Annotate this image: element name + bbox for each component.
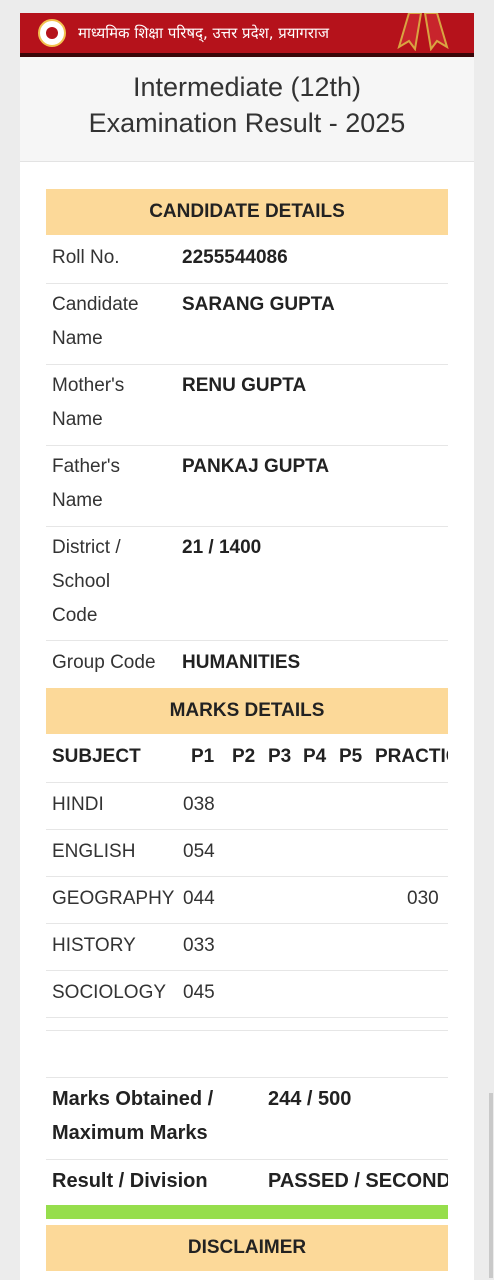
mother-name-value: RENU GUPTA [182,375,307,396]
col-p3: P3 [268,746,292,767]
candidate-name-label: Candidate Name [52,288,172,356]
col-p4: P4 [303,746,327,767]
candidate-details-heading: CANDIDATE DETAILS [46,189,448,235]
marks-header-row: SUBJECT P1 P2 P3 P4 P5 PRACTIC [46,736,448,783]
district-school-row: District / School Code 21 / 1400 [46,527,448,641]
district-label-3: Code [52,605,98,626]
father-name-row: Father's Name PANKAJ GUPTA [46,446,448,527]
candidate-name-row: Candidate Name SARANG GUPTA [46,284,448,365]
group-code-value: HUMANITIES [182,652,301,673]
scrollbar[interactable] [489,1093,493,1278]
p1-cell: 054 [183,841,215,862]
table-row: GEOGRAPHY 044 030 [46,877,448,924]
group-code-label: Group Code [52,652,156,673]
marks-total-row: Marks Obtained / Maximum Marks 244 / 500 [46,1077,448,1160]
father-name-label: Father's Name [52,450,172,518]
table-row: ENGLISH 054 [46,830,448,877]
result-label: Result / Division [52,1170,208,1192]
table-row: SOCIOLOGY 045 [46,971,448,1018]
result-row: Result / Division PASSED / SECOND I [46,1159,448,1203]
district-label-2: School [52,571,111,592]
roll-value: 2255544086 [182,247,288,268]
marks-total-label: Marks Obtained / Maximum Marks [52,1082,213,1150]
subject-cell: GEOGRAPHY [52,888,175,909]
ribbon-icon [397,13,449,51]
table-spacer-row [46,1018,448,1031]
col-p1: P1 [191,746,215,767]
district-school-value: 21 / 1400 [182,537,262,558]
pass-status-bar [46,1205,448,1219]
col-practical: PRACTIC [375,746,448,767]
candidate-name-label-2: Name [52,328,103,349]
col-p5: P5 [339,746,363,767]
marks-total-label-1: Marks Obtained / [52,1088,214,1110]
father-name-label-2: Name [52,490,103,511]
mother-name-label: Mother's Name [52,369,172,437]
p1-cell: 044 [183,888,215,909]
subject-cell: HISTORY [52,935,136,956]
disclaimer-heading: DISCLAIMER [46,1225,448,1271]
col-p2: P2 [232,746,256,767]
marks-details-heading: MARKS DETAILS [46,688,448,734]
p1-cell: 038 [183,794,215,815]
subject-cell: HINDI [52,794,104,815]
board-header: माध्यमिक शिक्षा परिषद्, उत्तर प्रदेश, प्… [20,13,474,57]
district-label-1: District / [52,537,121,558]
subject-cell: ENGLISH [52,841,136,862]
p1-cell: 033 [183,935,215,956]
roll-row: Roll No. 2255544086 [46,237,448,284]
title-line-2: Examination Result - 2025 [88,108,406,138]
table-row: HISTORY 033 [46,924,448,971]
table-row: HINDI 038 [46,783,448,830]
marks-total-value: 244 / 500 [268,1088,352,1110]
p1-cell: 045 [183,982,215,1003]
subject-cell: SOCIOLOGY [52,982,167,1003]
marks-total-label-2: Maximum Marks [52,1122,208,1144]
board-logo-icon [38,19,66,47]
district-school-label: District / School Code [52,531,172,633]
father-name-label-1: Father's [52,456,121,477]
col-subject: SUBJECT [52,746,141,767]
mother-name-row: Mother's Name RENU GUPTA [46,365,448,446]
title-line-1: Intermediate (12th) [132,72,362,102]
father-name-value: PANKAJ GUPTA [182,456,330,477]
group-code-row: Group Code HUMANITIES [46,641,448,687]
page-title: Intermediate (12th) Examination Result -… [20,57,474,162]
roll-label: Roll No. [52,247,120,268]
result-value: PASSED / SECOND I [268,1170,448,1192]
candidate-name-value: SARANG GUPTA [182,294,335,315]
result-card: Intermediate (12th) Examination Result -… [20,57,474,1280]
mother-name-label-1: Mother's [52,375,125,396]
mother-name-label-2: Name [52,409,103,430]
practical-cell: 030 [407,888,439,909]
board-name: माध्यमिक शिक्षा परिषद्, उत्तर प्रदेश, प्… [78,24,329,42]
candidate-name-label-1: Candidate [52,294,139,315]
